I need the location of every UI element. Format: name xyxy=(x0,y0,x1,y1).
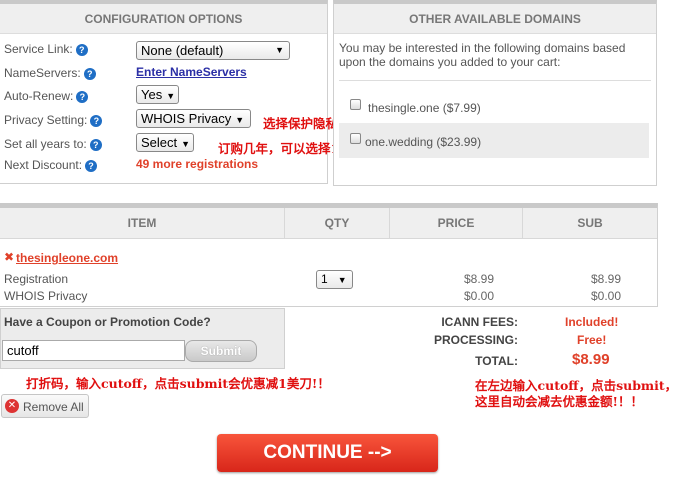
total-label: TOTAL: xyxy=(475,354,518,368)
service-link-select[interactable]: None (default) ▼ xyxy=(136,41,290,60)
privacy-setting-label: Privacy Setting:? xyxy=(4,113,103,127)
service-link-label: Service Link:? xyxy=(4,42,88,56)
help-icon[interactable]: ? xyxy=(76,90,89,103)
coupon-input[interactable]: cutoff xyxy=(2,340,185,361)
other-domains-title: OTHER AVAILABLE DOMAINS xyxy=(334,4,656,34)
privacy-setting-select[interactable]: WHOIS Privacy ▼ xyxy=(136,109,251,128)
subtotal-value: $8.99 xyxy=(591,272,622,286)
auto-renew-label: Auto-Renew:? xyxy=(4,89,89,103)
set-years-label: Set all years to:? xyxy=(4,137,102,151)
coupon-submit-button[interactable]: Submit xyxy=(185,340,257,362)
column-header-price: PRICE xyxy=(390,208,523,238)
help-icon[interactable]: ? xyxy=(83,67,96,80)
dropdown-arrow-icon: ▼ xyxy=(181,139,191,149)
domains-intro-text: You may be interested in the following d… xyxy=(339,41,626,69)
divider xyxy=(339,80,651,81)
domain-option-label: thesingle.one ($7.99) xyxy=(368,101,481,115)
cart-row-label: Registration xyxy=(4,272,69,286)
remove-all-label: Remove All xyxy=(23,400,84,414)
total-value: $8.99 xyxy=(572,351,610,368)
enter-nameservers-link[interactable]: Enter NameServers xyxy=(136,65,247,79)
processing-value: Free! xyxy=(577,333,607,347)
coupon-annotation: 打折码，输入cutoff，点击submit会优惠减1美刀!！ xyxy=(26,376,330,391)
column-header-sub: SUB xyxy=(523,208,657,238)
icann-fees-value: Included! xyxy=(565,315,619,329)
domain-checkbox[interactable] xyxy=(350,99,361,110)
continue-button[interactable]: CONTINUE --> xyxy=(217,434,438,472)
next-discount-value: 49 more registrations xyxy=(136,157,259,171)
dropdown-arrow-icon: ▼ xyxy=(275,45,284,55)
help-icon[interactable]: ? xyxy=(85,159,98,172)
domain-option-label: one.wedding ($23.99) xyxy=(365,135,482,149)
help-icon[interactable]: ? xyxy=(89,138,102,151)
remove-icon: ✕ xyxy=(5,399,19,413)
price-value: $8.99 xyxy=(464,272,495,286)
auto-renew-select[interactable]: Yes ▼ xyxy=(136,85,179,104)
help-icon[interactable]: ? xyxy=(75,43,88,56)
processing-label: PROCESSING: xyxy=(433,333,518,347)
configuration-options-title: CONFIGURATION OPTIONS xyxy=(0,4,327,34)
other-domains-panel: OTHER AVAILABLE DOMAINS xyxy=(333,0,657,186)
price-value: $0.00 xyxy=(464,289,495,303)
next-discount-label: Next Discount:? xyxy=(4,158,98,172)
domain-checkbox[interactable] xyxy=(350,133,361,144)
dropdown-arrow-icon: ▼ xyxy=(235,115,245,125)
qty-select[interactable]: 1 ▼ xyxy=(316,270,353,289)
right-annotation-line-2: 这里自动会减去优惠金额!！！ xyxy=(475,394,643,409)
coupon-label: Have a Coupon or Promotion Code? xyxy=(4,315,211,329)
remove-domain-icon[interactable]: ✖ xyxy=(4,250,14,264)
nameservers-label: NameServers:? xyxy=(4,66,96,80)
column-header-item: ITEM xyxy=(0,208,285,238)
years-annotation: 订购几年，可以选择1年 xyxy=(218,141,352,156)
cart-domain-link[interactable]: thesingleone.com xyxy=(16,251,118,265)
column-header-qty: QTY xyxy=(285,208,390,238)
subtotal-value: $0.00 xyxy=(591,289,622,303)
dropdown-arrow-icon: ▼ xyxy=(166,91,176,101)
icann-fees-label: ICANN FEES: xyxy=(441,315,518,329)
divider xyxy=(0,238,657,239)
dropdown-arrow-icon: ▼ xyxy=(337,275,347,285)
cart-row-label: WHOIS Privacy xyxy=(4,289,88,303)
help-icon[interactable]: ? xyxy=(90,114,103,127)
set-years-select[interactable]: Select ▼ xyxy=(136,133,194,152)
remove-all-button[interactable]: ✕ Remove All xyxy=(1,394,89,418)
